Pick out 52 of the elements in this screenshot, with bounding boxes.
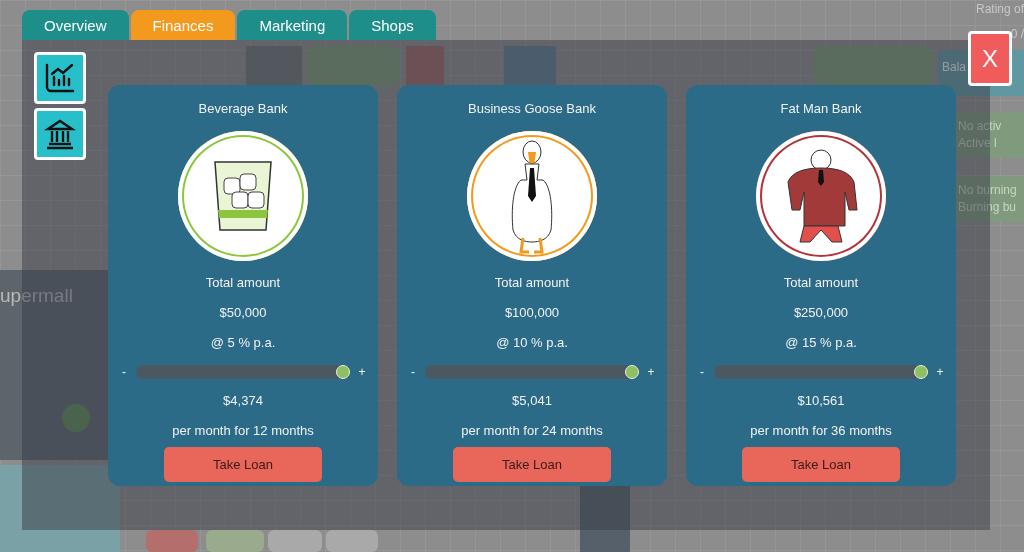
decrease-sign: - bbox=[699, 365, 705, 379]
bank-name: Fat Man Bank bbox=[780, 101, 862, 117]
bank-icon bbox=[44, 118, 76, 150]
plaza-tile bbox=[246, 46, 302, 86]
slider-thumb[interactable] bbox=[336, 365, 350, 379]
bank-name: Beverage Bank bbox=[198, 101, 288, 117]
loan-amount: $100,000 bbox=[504, 305, 560, 321]
tab[interactable]: Shops bbox=[349, 10, 436, 40]
tab[interactable]: Overview bbox=[22, 10, 129, 40]
burning-status-text: Burning bu bbox=[958, 199, 1018, 216]
shop-tile bbox=[406, 46, 444, 86]
total-amount-label: Total amount bbox=[783, 275, 859, 291]
loan-term: per month for 12 months bbox=[172, 423, 314, 439]
monthly-payment: $4,374 bbox=[223, 393, 263, 409]
loan-amount: $250,000 bbox=[793, 305, 849, 321]
term-slider-track[interactable] bbox=[425, 365, 639, 379]
interest-rate: @ 10 % p.a. bbox=[496, 335, 568, 351]
decrease-sign: - bbox=[121, 365, 127, 379]
increase-sign: + bbox=[358, 365, 366, 379]
bank-button[interactable] bbox=[34, 108, 86, 160]
toolbar-tile bbox=[268, 530, 322, 552]
term-slider-track[interactable] bbox=[136, 365, 350, 379]
increase-sign: + bbox=[936, 365, 944, 379]
monthly-payment: $10,561 bbox=[797, 393, 845, 409]
shop-tile bbox=[504, 46, 556, 86]
rating-label: Rating of bbox=[975, 1, 1024, 18]
term-slider-track[interactable] bbox=[714, 365, 928, 379]
tab[interactable]: Finances bbox=[130, 10, 236, 40]
bank-name: Business Goose Bank bbox=[468, 101, 596, 117]
total-amount-label: Total amount bbox=[205, 275, 281, 291]
tab[interactable]: Marketing bbox=[237, 10, 348, 40]
loan-term: per month for 24 months bbox=[461, 423, 603, 439]
chart-button[interactable] bbox=[34, 52, 86, 104]
close-button[interactable]: X bbox=[968, 31, 1012, 86]
monthly-payment: $5,041 bbox=[512, 393, 552, 409]
take-loan-button[interactable]: Take Loan bbox=[742, 447, 900, 482]
toolbar-tile bbox=[326, 530, 378, 552]
total-amount-label: Total amount bbox=[494, 275, 570, 291]
toolbar-tile bbox=[206, 530, 264, 552]
increase-sign: + bbox=[647, 365, 655, 379]
toolbar-tile bbox=[146, 530, 198, 552]
chart-icon bbox=[44, 62, 76, 94]
interest-rate: @ 5 % p.a. bbox=[210, 335, 276, 351]
slider-thumb[interactable] bbox=[914, 365, 928, 379]
slider-thumb[interactable] bbox=[625, 365, 639, 379]
loan-term: per month for 36 months bbox=[750, 423, 892, 439]
take-loan-button[interactable]: Take Loan bbox=[453, 447, 611, 482]
take-loan-button[interactable]: Take Loan bbox=[164, 447, 322, 482]
interest-rate: @ 15 % p.a. bbox=[785, 335, 857, 351]
decrease-sign: - bbox=[410, 365, 416, 379]
mall-name-label: upermall bbox=[0, 285, 73, 307]
loan-amount: $50,000 bbox=[219, 305, 267, 321]
